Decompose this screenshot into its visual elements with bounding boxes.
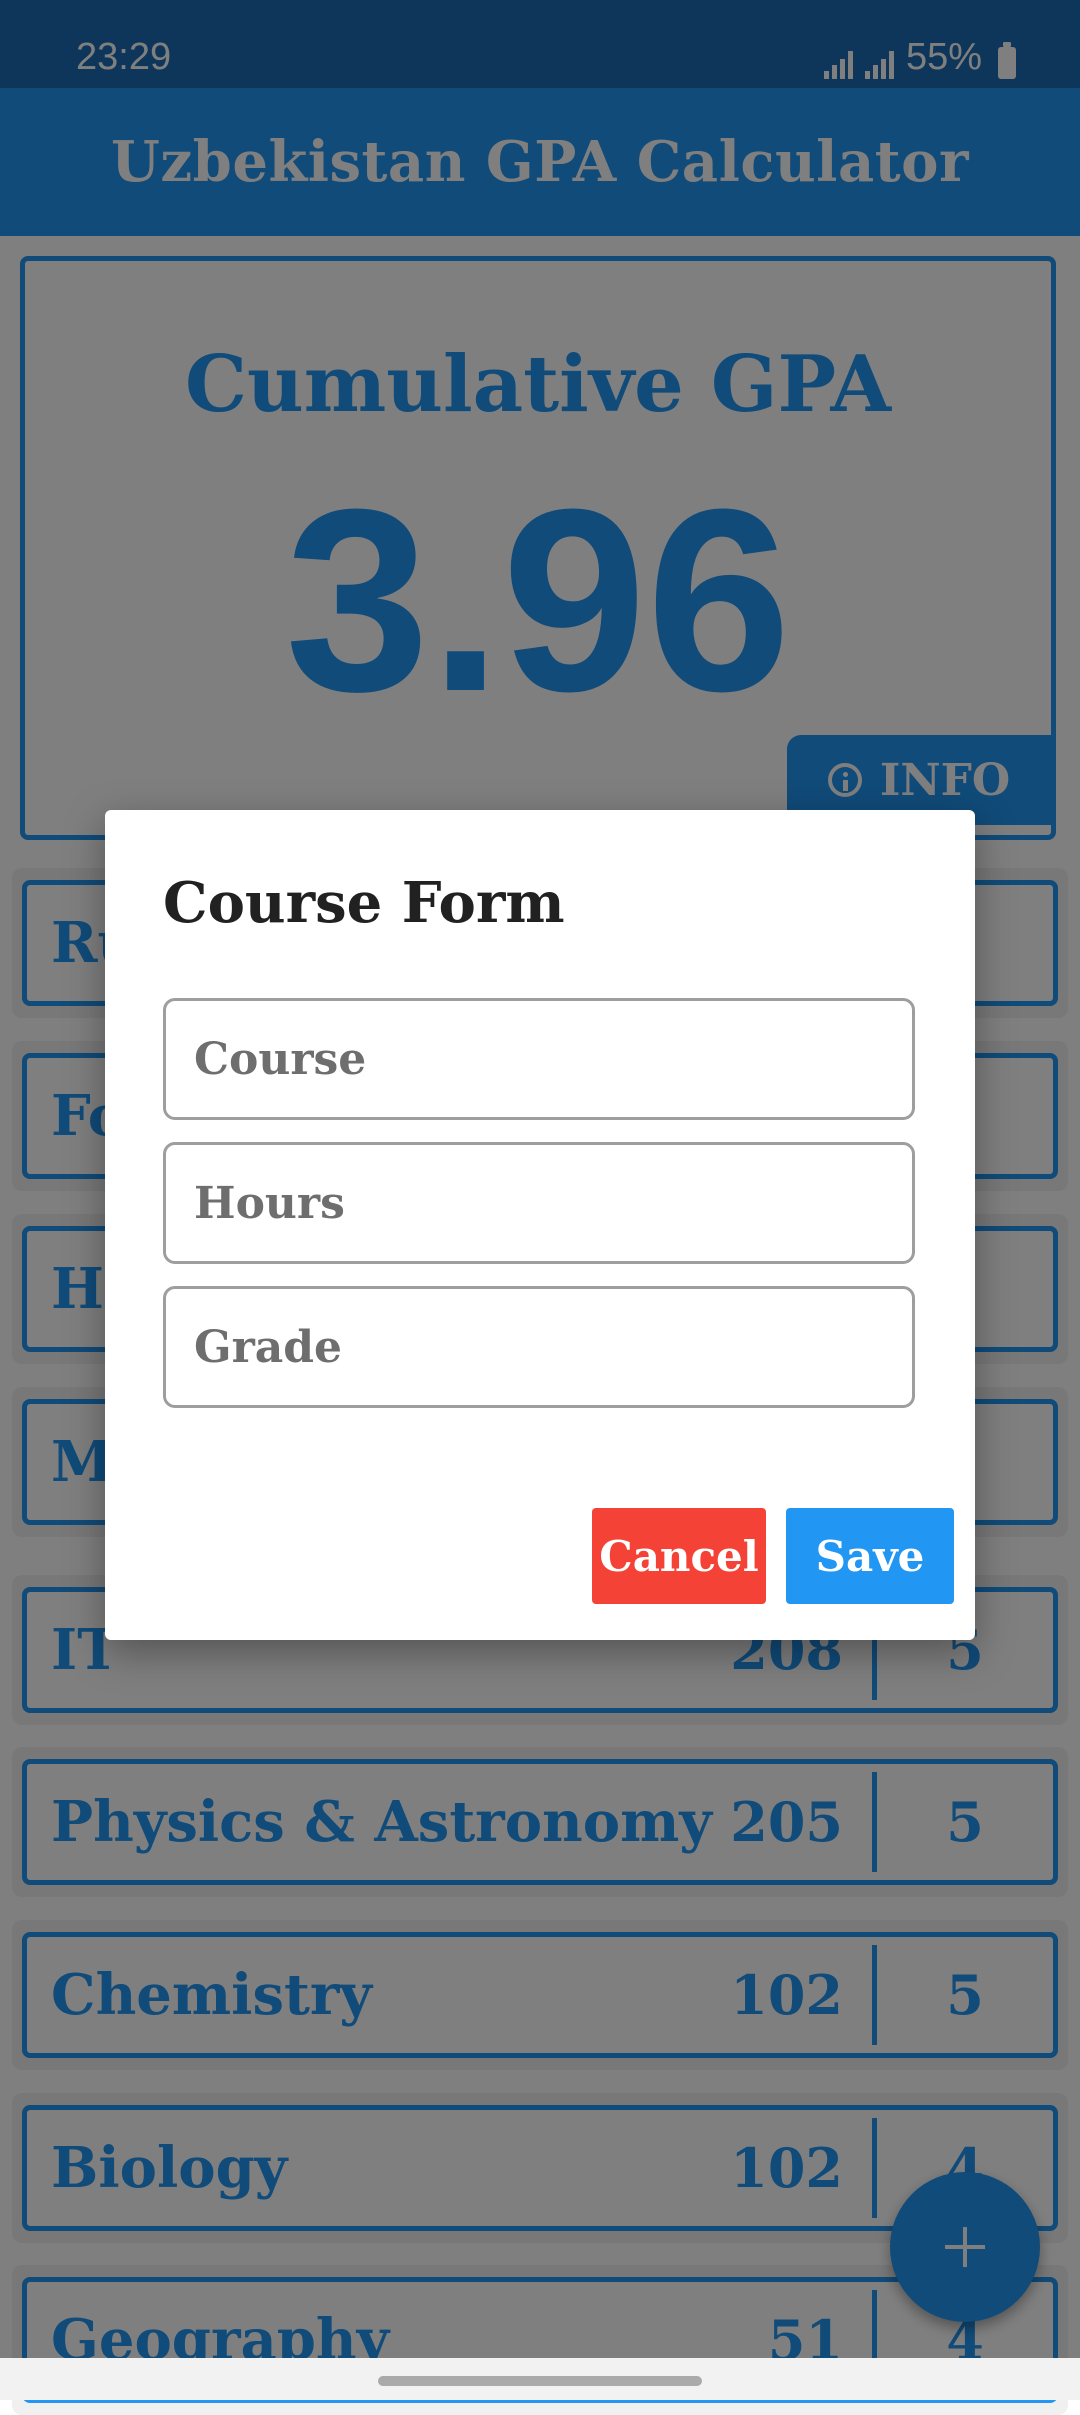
save-button[interactable]: Save [786, 1508, 954, 1604]
grade-input[interactable] [163, 1286, 915, 1408]
course-form-dialog: Course Form Cancel Save [105, 810, 975, 1640]
hours-input[interactable] [163, 1142, 915, 1264]
course-input[interactable] [163, 998, 915, 1120]
cancel-button[interactable]: Cancel [592, 1508, 766, 1604]
home-gesture-handle[interactable] [378, 2376, 702, 2386]
dialog-title: Course Form [163, 870, 565, 936]
navigation-bar [0, 2358, 1080, 2400]
